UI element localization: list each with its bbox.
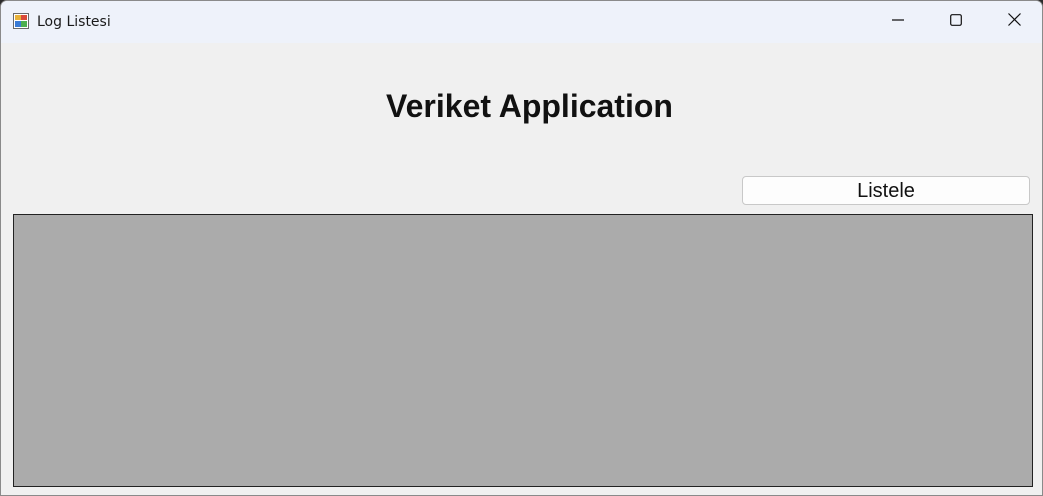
close-button[interactable] xyxy=(985,1,1042,43)
data-grid[interactable] xyxy=(13,214,1033,487)
page-title: Veriket Application xyxy=(386,88,673,124)
window-title: Log Listesi xyxy=(37,14,111,30)
form-app-icon xyxy=(13,13,29,29)
list-button[interactable]: Listele xyxy=(742,176,1030,205)
close-icon xyxy=(1007,13,1021,31)
maximize-button[interactable] xyxy=(927,1,985,43)
app-window: Log Listesi Veriket Application Listele xyxy=(0,0,1043,496)
minimize-button[interactable] xyxy=(869,1,927,43)
minimize-icon xyxy=(892,13,904,31)
title-bar[interactable]: Log Listesi xyxy=(1,1,1042,43)
maximize-icon xyxy=(950,13,962,31)
